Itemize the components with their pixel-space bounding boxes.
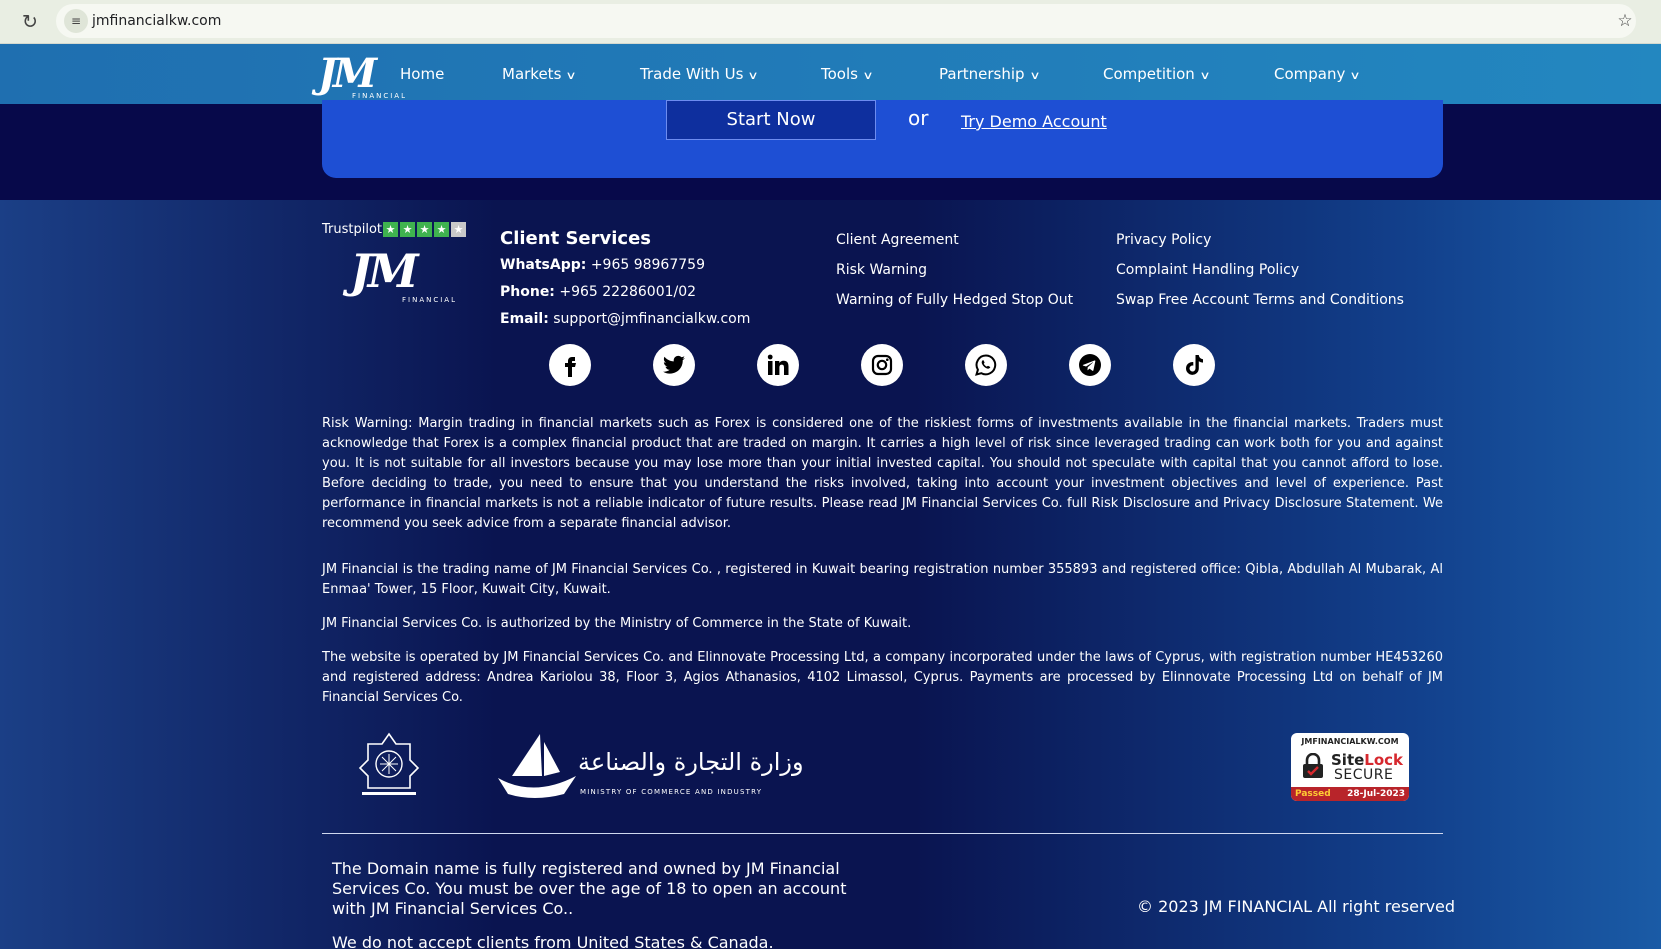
risk-warning-text: Risk Warning: Margin trading in financia…: [322, 416, 1443, 531]
nav-item-tools[interactable]: Tools ∨: [821, 44, 874, 104]
try-demo-account-link[interactable]: Try Demo Account: [961, 112, 1107, 131]
site-info-icon[interactable]: ≡: [64, 9, 88, 33]
ministry-of-commerce-logo: وزارة التجارة والصناعة MINISTRY OF COMME…: [494, 732, 804, 802]
trustpilot-label[interactable]: Trustpilot: [322, 222, 382, 237]
chevron-down-icon: ∨: [565, 69, 578, 82]
facebook-icon[interactable]: [549, 344, 591, 386]
swap-free-terms-link[interactable]: Swap Free Account Terms and Conditions: [1116, 292, 1404, 308]
chevron-down-icon: ∨: [747, 69, 760, 82]
phone-line[interactable]: Phone: +965 22286001/02: [500, 284, 696, 300]
star-icon: ★: [417, 222, 432, 237]
cta-card: Start Now or Try Demo Account: [322, 100, 1443, 178]
site-logo[interactable]: JM FINANCIAL: [312, 48, 405, 104]
nav-item-company[interactable]: Company ∨: [1274, 44, 1362, 104]
whatsapp-line[interactable]: WhatsApp: +965 98967759: [500, 257, 705, 273]
reload-icon[interactable]: ↻: [16, 8, 44, 36]
domain-ownership-text: The Domain name is fully registered and …: [332, 859, 847, 918]
nav-item-home[interactable]: Home: [400, 44, 444, 104]
email-line[interactable]: Email: support@jmfinancialkw.com: [500, 311, 750, 327]
chevron-down-icon: ∨: [1349, 69, 1362, 82]
sitelock-badge[interactable]: JMFINANCIALKW.COM SiteLock SECURE Passed…: [1291, 733, 1409, 801]
kuwait-chamber-seal: [352, 730, 426, 800]
nav-item-markets[interactable]: Markets ∨: [502, 44, 578, 104]
footer-logo: JM FINANCIAL: [350, 244, 457, 304]
star-icon: ★: [451, 222, 466, 237]
client-services-title: Client Services: [500, 228, 651, 249]
footer-divider: [322, 833, 1443, 834]
privacy-policy-link[interactable]: Privacy Policy: [1116, 232, 1211, 248]
address-bar[interactable]: ≡ jmfinancialkw.com ☆: [56, 4, 1636, 38]
telegram-icon[interactable]: [1069, 344, 1111, 386]
lock-icon: [1303, 753, 1323, 778]
operator-text: The website is operated by JM Financial …: [322, 650, 1443, 705]
tiktok-icon[interactable]: [1173, 344, 1215, 386]
hedged-stop-out-link[interactable]: Warning of Fully Hedged Stop Out: [836, 292, 1073, 308]
nav-item-trade-with-us[interactable]: Trade With Us ∨: [640, 44, 760, 104]
complaint-policy-link[interactable]: Complaint Handling Policy: [1116, 262, 1299, 278]
star-icon: ★: [383, 222, 398, 237]
authorization-text: JM Financial Services Co. is authorized …: [322, 616, 912, 631]
instagram-icon[interactable]: [861, 344, 903, 386]
browser-toolbar: ↻ ≡ jmfinancialkw.com ☆: [0, 0, 1661, 44]
url-text[interactable]: jmfinancialkw.com: [92, 4, 221, 38]
trading-name-text: JM Financial is the trading name of JM F…: [322, 562, 1443, 597]
linkedin-icon[interactable]: [757, 344, 799, 386]
whatsapp-icon[interactable]: [965, 344, 1007, 386]
star-icon: ★: [400, 222, 415, 237]
copyright-text: © 2023 JM FINANCIAL All right reserved: [1137, 897, 1456, 916]
chevron-down-icon: ∨: [1199, 69, 1211, 82]
bookmark-star-icon[interactable]: ☆: [1614, 10, 1636, 32]
risk-warning-link[interactable]: Risk Warning: [836, 262, 927, 278]
trustpilot-stars[interactable]: ★ ★ ★ ★ ★: [383, 222, 466, 238]
chevron-down-icon: ∨: [862, 69, 874, 82]
client-agreement-link[interactable]: Client Agreement: [836, 232, 959, 248]
chevron-down-icon: ∨: [1028, 69, 1041, 82]
nav-item-partnership[interactable]: Partnership ∨: [939, 44, 1041, 104]
site-footer: Trustpilot ★ ★ ★ ★ ★ JM FINANCIAL Client…: [0, 200, 1661, 949]
or-separator: or: [908, 106, 929, 130]
twitter-icon[interactable]: [653, 344, 695, 386]
cta-section: Start Now or Try Demo Account: [0, 100, 1661, 200]
start-now-button[interactable]: Start Now: [666, 100, 876, 140]
nav-item-competition[interactable]: Competition ∨: [1103, 44, 1211, 104]
star-icon: ★: [434, 222, 449, 237]
jurisdiction-notice: We do not accept clients from United Sta…: [332, 933, 774, 949]
main-nav: JM FINANCIAL Home Markets ∨ Trade With Us…: [0, 44, 1661, 104]
